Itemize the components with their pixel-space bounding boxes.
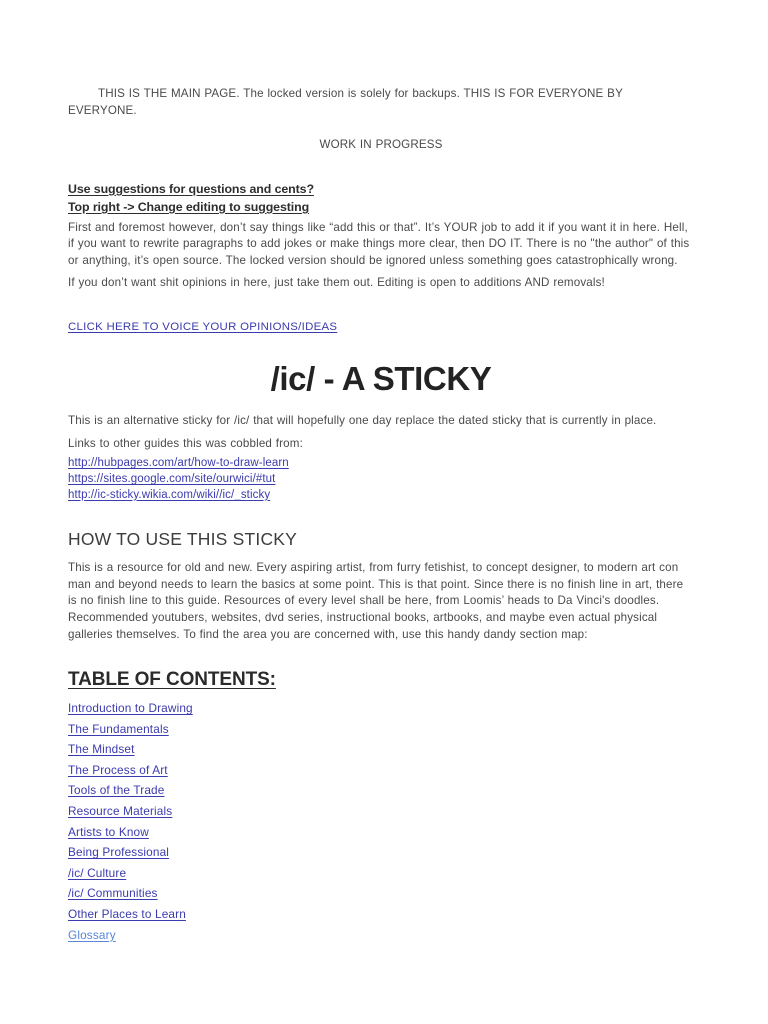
spacer-before-how-to [68,503,694,527]
list-item: http://ic-sticky.wikia.com/wiki//ic/_sti… [68,488,694,504]
list-item: The Mindset [68,739,694,760]
source-link-google-sites[interactable]: https://sites.google.com/site/ourwici/#t… [68,473,275,485]
source-links-list: http://hubpages.com/art/how-to-draw-lear… [68,456,694,503]
toc-link-ic-communities[interactable]: /ic/ Communities [68,886,158,900]
spacer-before-toc [68,643,694,667]
list-item: Glossary [68,925,694,946]
toc-link-introduction-to-drawing[interactable]: Introduction to Drawing [68,701,193,715]
list-item: Tools of the Trade [68,780,694,801]
document-page: THIS IS THE MAIN PAGE. The locked versio… [0,0,768,1024]
how-to-use-paragraph: This is a resource for old and new. Ever… [68,561,684,641]
top-spacer [68,0,694,86]
editing-heading-2-row: Top right -> Change editing to suggestin… [68,198,694,216]
toc-link-ic-culture[interactable]: /ic/ Culture [68,866,126,880]
toc-link-other-places-to-learn[interactable]: Other Places to Learn [68,907,186,921]
list-item: /ic/ Communities [68,883,694,904]
spacer-before-title [68,335,694,359]
editing-paragraph-1: First and foremost however, don’t say th… [68,220,690,267]
table-of-contents-list: Introduction to Drawing The Fundamentals… [68,698,694,945]
main-page-notice: THIS IS THE MAIN PAGE. The locked versio… [68,87,623,117]
toc-link-artists-to-know[interactable]: Artists to Know [68,825,149,839]
source-link-hubpages[interactable]: http://hubpages.com/art/how-to-draw-lear… [68,457,289,469]
list-item: /ic/ Culture [68,863,694,884]
source-links-intro: Links to other guides this was cobbled f… [68,436,303,450]
editing-heading-1: Use suggestions for questions and cents? [68,181,314,196]
list-item: The Fundamentals [68,719,694,740]
toc-link-tools-of-the-trade[interactable]: Tools of the Trade [68,783,164,797]
list-item: Artists to Know [68,822,694,843]
editing-heading-2: Top right -> Change editing to suggestin… [68,199,310,214]
spacer-after-status [68,154,694,180]
table-of-contents-heading-label: TABLE OF CONTENTS: [68,669,276,691]
source-link-wikia[interactable]: http://ic-sticky.wikia.com/wiki//ic/_sti… [68,489,270,501]
spacer-after-title [68,399,694,413]
list-item: https://sites.google.com/site/ourwici/#t… [68,472,694,488]
list-item: http://hubpages.com/art/how-to-draw-lear… [68,456,694,472]
spacer-before-opinions-link [68,291,694,317]
list-item: Introduction to Drawing [68,698,694,719]
toc-link-the-process-of-art[interactable]: The Process of Art [68,763,168,777]
table-of-contents-heading: TABLE OF CONTENTS: [68,667,694,692]
list-item: Other Places to Learn [68,904,694,925]
sticky-subtitle: This is an alternative sticky for /ic/ t… [68,414,657,428]
toc-link-the-mindset[interactable]: The Mindset [68,742,135,756]
list-item: Being Professional [68,842,694,863]
editing-heading-1-row: Use suggestions for questions and cents? [68,180,694,198]
list-item: The Process of Art [68,760,694,781]
toc-link-glossary[interactable]: Glossary [68,928,116,942]
toc-link-resource-materials[interactable]: Resource Materials [68,804,172,818]
page-title: /ic/ - A STICKY [270,360,492,398]
editing-paragraph-2: If you don’t want shit opinions in here,… [68,275,605,289]
how-to-use-heading: HOW TO USE THIS STICKY [68,529,298,550]
toc-link-being-professional[interactable]: Being Professional [68,845,169,859]
voice-opinions-link[interactable]: CLICK HERE TO VOICE YOUR OPINIONS/IDEAS [68,319,337,335]
list-item: Resource Materials [68,801,694,822]
work-in-progress-status: WORK IN PROGRESS [319,138,443,152]
toc-link-the-fundamentals[interactable]: The Fundamentals [68,722,169,736]
